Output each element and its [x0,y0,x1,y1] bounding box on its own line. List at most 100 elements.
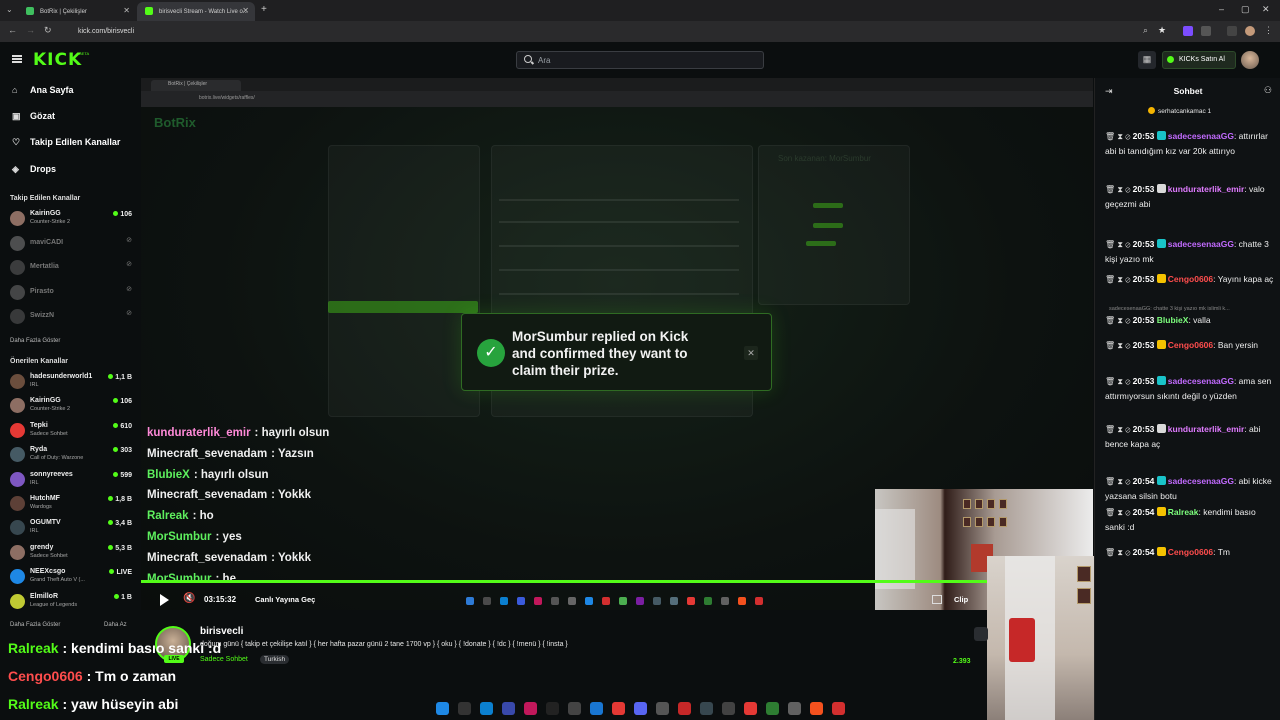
browser-tab-botrix[interactable]: BotRix | Çekilişler ✕ [18,2,136,21]
message-actions-icon[interactable]: 🗑 ⧗ ⊘ [1105,275,1133,284]
chrome-icon[interactable] [612,702,625,715]
menu-dots-icon[interactable]: ⋮ [1264,25,1273,36]
toast-close-icon[interactable]: ✕ [744,346,758,360]
app-icon[interactable] [788,702,801,715]
message-actions-icon[interactable]: 🗑 ⧗ ⊘ [1105,316,1133,325]
recommended-channel[interactable]: ElmilloR League of Legends 1 B [10,592,132,612]
instagram-icon[interactable] [524,702,537,715]
recommended-channel[interactable]: grendy Sadece Sohbet 5,3 B [10,543,132,563]
app-icon[interactable] [656,702,669,715]
reload-icon[interactable]: ↻ [44,25,52,36]
chat-message[interactable]: 🗑 ⧗ ⊘ 20:54 Cengo0606: Tm [1105,545,1275,560]
grid-icon[interactable]: ▦ [1138,51,1156,69]
volume-muted-icon[interactable]: 🔇 [183,593,195,604]
url-field[interactable]: kick.com/birisvecli [60,24,1130,39]
chat-message[interactable]: 🗑 ⧗ ⊘ 20:53 BlubieX: valla [1105,313,1275,328]
kick-logo[interactable]: KICK [33,50,82,70]
tiktok-icon[interactable] [546,702,559,715]
theater-mode-icon[interactable] [932,595,942,604]
chat-users-icon[interactable]: ⚇ [1264,85,1272,96]
app-icon[interactable] [502,702,515,715]
message-actions-icon[interactable]: 🗑 ⧗ ⊘ [1105,341,1133,350]
recommended-channel[interactable]: Tepki Sadece Sohbet 610 [10,421,132,441]
maximize-icon[interactable]: ▢ [1241,4,1250,15]
followed-channel[interactable]: KairinGG Counter-Strike 2 106 [10,209,132,229]
back-icon[interactable]: ← [8,25,17,35]
message-actions-icon[interactable]: 🗑 ⧗ ⊘ [1105,377,1133,386]
chat-username[interactable]: Ralreak [1168,507,1199,517]
recommended-channel[interactable]: KairinGG Counter-Strike 2 106 [10,396,132,416]
chat-message[interactable]: 🗑 ⧗ ⊘ 20:53 Cengo0606: Yayını kapa aç [1105,272,1275,287]
chat-message[interactable]: 🗑 ⧗ ⊘ 20:53 sadecesenaaGG: chatte 3 kişi… [1105,237,1275,267]
app-icon[interactable] [810,702,823,715]
chat-username[interactable]: Cengo0606 [1168,547,1213,557]
message-actions-icon[interactable]: 🗑 ⧗ ⊘ [1105,132,1133,141]
pinned-gifter[interactable]: serhatcankamac 1 [1148,107,1211,115]
chat-message[interactable]: 🗑 ⧗ ⊘ 20:54 sadecesenaaGG: abi kicke yaz… [1105,474,1275,504]
chat-username[interactable]: kunduraterlik_emir [1168,424,1245,434]
chat-username[interactable]: BlubieX [1157,315,1189,325]
chat-username[interactable]: sadecesenaaGG [1168,476,1234,486]
extension-icon[interactable] [1183,26,1193,36]
close-tab-icon[interactable]: ✕ [123,6,130,15]
followed-channel[interactable]: SwizzN ⊘ [10,307,132,327]
hamburger-menu-icon[interactable] [12,55,22,63]
chat-username[interactable]: sadecesenaaGG [1168,239,1234,249]
recommended-channel[interactable]: NEEXcsgo Grand Theft Auto V (... LIVE [10,567,132,587]
go-live-button[interactable]: Canlı Yayına Geç [255,595,315,604]
message-actions-icon[interactable]: 🗑 ⧗ ⊘ [1105,425,1133,434]
message-actions-icon[interactable]: 🗑 ⧗ ⊘ [1105,508,1133,517]
app-icon[interactable] [590,702,603,715]
streamer-name[interactable]: birisvecli [200,626,243,637]
taskbar-search-icon[interactable] [458,702,471,715]
followed-channel[interactable]: Pirasto ⊘ [10,283,132,303]
chat-message[interactable]: 🗑 ⧗ ⊘ 20:53 kunduraterlik_emir: abi benc… [1105,422,1275,452]
language-tag[interactable]: Turkish [260,655,290,664]
app-icon[interactable] [832,702,845,715]
app-icon[interactable] [744,702,757,715]
recommended-channel[interactable]: sonnyreeves IRL 599 [10,470,132,490]
show-more-recommended[interactable]: Daha Fazla Göster [10,622,60,628]
share-icon[interactable] [974,627,988,641]
chat-message[interactable]: 🗑 ⧗ ⊘ 20:53 kunduraterlik_emir: valo geç… [1105,182,1275,212]
edge-icon[interactable] [480,702,493,715]
sidebar-icon[interactable] [1227,26,1237,36]
message-actions-icon[interactable]: 🗑 ⧗ ⊘ [1105,240,1133,249]
recommended-channel[interactable]: Ryda Call of Duty: Warzone 303 [10,445,132,465]
message-actions-icon[interactable]: 🗑 ⧗ ⊘ [1105,548,1133,557]
chat-username[interactable]: Cengo0606 [1168,274,1213,284]
profile-icon[interactable] [1245,26,1255,36]
app-icon[interactable] [722,702,735,715]
followed-channel[interactable]: maviCADI ⊘ [10,234,132,254]
show-more-followed[interactable]: Daha Fazla Göster [10,338,60,344]
recommended-channel[interactable]: HutchMF Wardogs 1,8 B [10,494,132,514]
minimize-icon[interactable]: – [1219,4,1224,14]
recommended-channel[interactable]: OGUMTV IRL 3,4 B [10,518,132,538]
message-actions-icon[interactable]: 🗑 ⧗ ⊘ [1105,477,1133,486]
browser-tab-kick[interactable]: birisvecli Stream - Watch Live o... ✕ [137,2,255,21]
category-tag[interactable]: Sadece Sohbet [200,656,248,663]
discord-icon[interactable] [634,702,647,715]
clip-button[interactable]: Clip [954,595,968,604]
zoom-icon[interactable]: ⌕ [1143,25,1148,36]
play-icon[interactable] [160,594,169,606]
chat-message[interactable]: 🗑 ⧗ ⊘ 20:53 sadecesenaaGG: ama sen attır… [1105,374,1275,404]
recommended-channel[interactable]: hadesunderworld1 IRL 1,1 B [10,372,132,392]
chat-username[interactable]: Cengo0606 [1168,340,1213,350]
app-icon[interactable] [678,702,691,715]
extensions-puzzle-icon[interactable] [1201,26,1211,36]
windows-start-icon[interactable] [436,702,449,715]
stream-progress-bar[interactable] [141,580,987,583]
app-icon[interactable] [568,702,581,715]
followed-channel[interactable]: Mertatlia ⊘ [10,258,132,278]
chat-username[interactable]: sadecesenaaGG [1168,376,1234,386]
chat-message[interactable]: 🗑 ⧗ ⊘ 20:53 sadecesenaaGG: attırırlar ab… [1105,129,1275,159]
excel-icon[interactable] [766,702,779,715]
steam-icon[interactable] [700,702,713,715]
window-close-icon[interactable]: ✕ [1262,4,1270,15]
show-less-button[interactable]: Daha Az [104,622,127,628]
chat-message[interactable]: 🗑 ⧗ ⊘ 20:53 Cengo0606: Ban yersin [1105,338,1275,353]
chat-username[interactable]: sadecesenaaGG [1168,131,1234,141]
user-avatar[interactable] [1241,51,1259,69]
message-actions-icon[interactable]: 🗑 ⧗ ⊘ [1105,185,1133,194]
